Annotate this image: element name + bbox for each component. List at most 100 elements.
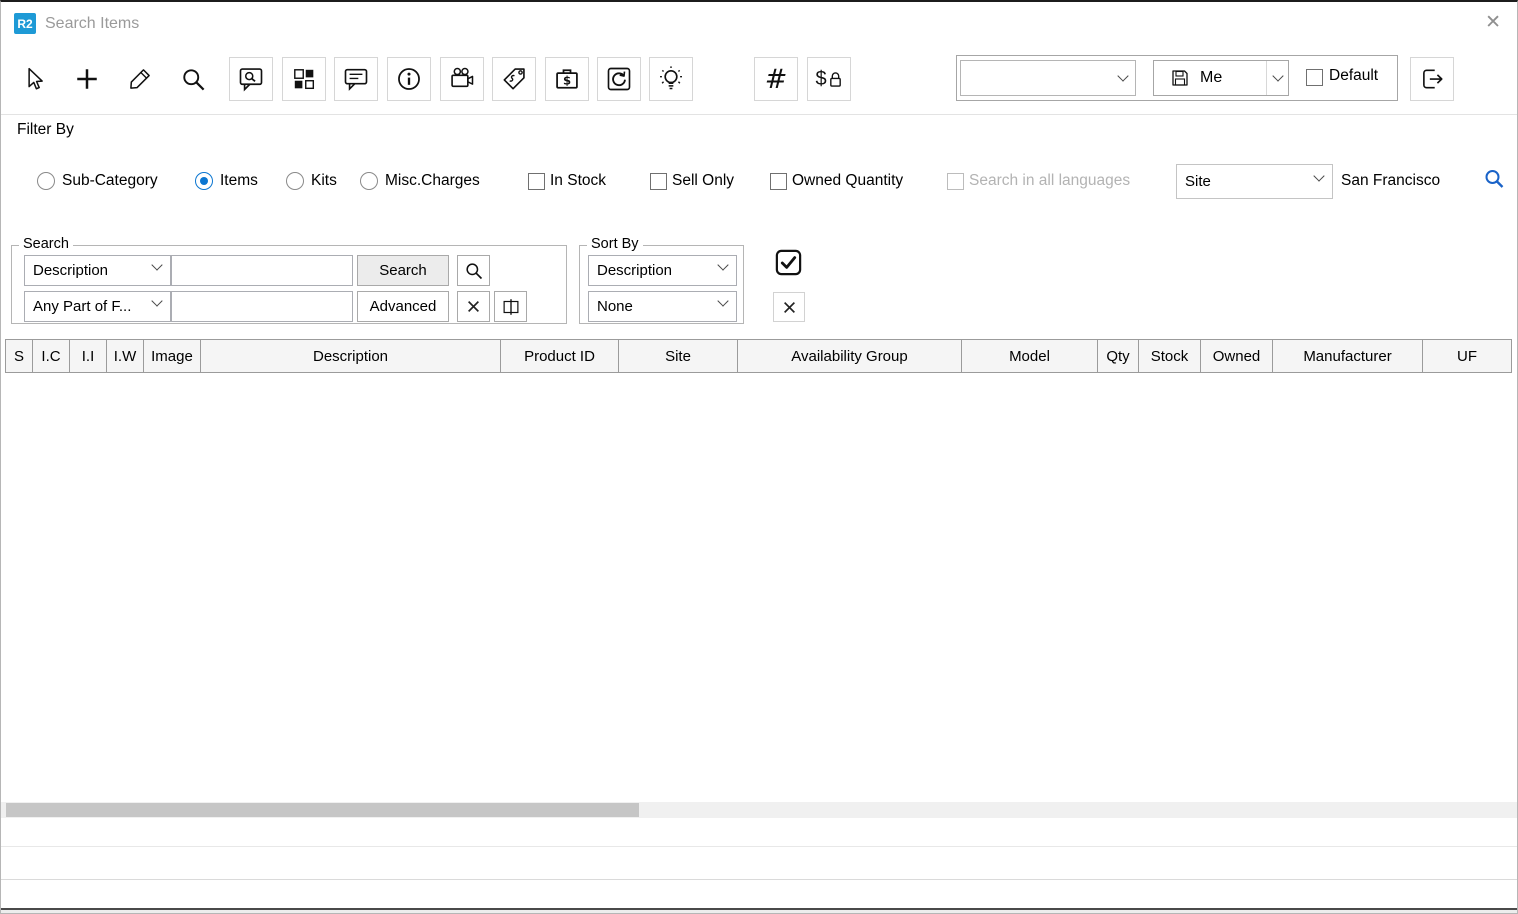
briefcase-dollar-icon: $ [553, 65, 581, 93]
add-button[interactable] [65, 57, 109, 101]
chevron-down-icon [151, 259, 162, 270]
column-header[interactable]: I.I [69, 339, 107, 373]
radio-icon [286, 172, 304, 190]
pencil-icon [127, 66, 153, 92]
save-view-button[interactable]: Me [1153, 60, 1289, 96]
column-header[interactable]: Availability Group [737, 339, 962, 373]
sort-by-group: Sort By Description None [579, 245, 744, 324]
chevron-down-icon [1111, 61, 1135, 95]
comment-icon [342, 65, 370, 93]
column-header[interactable]: Stock [1138, 339, 1201, 373]
exit-button[interactable] [1410, 57, 1454, 101]
search-field-dropdown[interactable]: Description [24, 255, 171, 286]
title-bar: R2 Search Items ✕ [1, 2, 1517, 47]
chevron-down-icon [717, 295, 728, 306]
search-icon [464, 261, 484, 281]
checkbox-owned-quantity[interactable]: Owned Quantity [770, 171, 903, 191]
footer-separator [1, 846, 1518, 847]
pointer-tool-button[interactable] [12, 57, 56, 101]
radio-label: Sub-Category [62, 172, 158, 190]
checkbox-label: Owned Quantity [792, 172, 903, 190]
column-header[interactable]: I.W [106, 339, 144, 373]
price-tag-button[interactable] [492, 57, 536, 101]
default-checkbox[interactable] [1306, 69, 1323, 86]
column-header[interactable]: Product ID [500, 339, 619, 373]
window-title: Search Items [45, 15, 139, 33]
search-group: Search Description Search Any Part of F.… [11, 245, 567, 324]
checkbox-in-stock[interactable]: In Stock [528, 171, 606, 191]
apply-check-button[interactable] [770, 245, 806, 279]
results-table-header: S I.C I.I I.W Image Description Product … [5, 339, 1512, 373]
results-table-body [1, 373, 1518, 802]
tile-view-button[interactable] [282, 57, 326, 101]
clear-sort-button[interactable] [773, 292, 805, 322]
info-icon [395, 65, 423, 93]
refresh-icon [605, 65, 633, 93]
split-view-icon [500, 296, 522, 318]
radio-kits[interactable]: Kits [286, 171, 337, 191]
column-header[interactable]: Site [618, 339, 738, 373]
column-header[interactable]: Image [143, 339, 201, 373]
numbering-button[interactable]: # [754, 57, 798, 101]
checkbox-sell-only[interactable]: Sell Only [650, 171, 734, 191]
media-button[interactable] [440, 57, 484, 101]
site-search-icon[interactable] [1482, 167, 1506, 191]
site-filter-dropdown[interactable]: Site [1176, 164, 1333, 199]
search-items-window: R2 Search Items ✕ [0, 0, 1518, 914]
info-button[interactable] [387, 57, 431, 101]
column-header[interactable]: I.C [32, 339, 70, 373]
checkbox-checked-icon [773, 247, 804, 278]
search-view-button[interactable] [229, 57, 273, 101]
radio-misc-charges[interactable]: Misc.Charges [360, 171, 480, 191]
quick-search-button[interactable] [457, 255, 490, 286]
radio-items[interactable]: Items [195, 171, 258, 191]
comments-button[interactable] [334, 57, 378, 101]
advanced-button[interactable]: Advanced [357, 291, 449, 322]
svg-text:$: $ [563, 74, 571, 88]
footer-separator [1, 879, 1518, 880]
column-header[interactable]: Manufacturer [1272, 339, 1423, 373]
toolbar: $ # $ Me Default [1, 48, 1517, 114]
column-header[interactable]: Description [200, 339, 501, 373]
r2-logo-icon: R2 [14, 13, 36, 34]
search-mode-value: Any Part of F... [33, 298, 131, 315]
column-header[interactable]: Owned [1200, 339, 1273, 373]
radio-icon [360, 172, 378, 190]
profile-combobox[interactable] [960, 60, 1136, 96]
search-button[interactable]: Search [357, 255, 449, 286]
save-view-menu-chevron[interactable] [1266, 61, 1288, 95]
cost-button[interactable]: $ [545, 57, 589, 101]
pointer-icon [21, 66, 47, 92]
search-text-input[interactable] [171, 255, 353, 286]
plus-icon [74, 66, 100, 92]
video-camera-icon [448, 65, 476, 93]
edit-button[interactable] [118, 57, 162, 101]
sort-secondary-value: None [597, 298, 633, 315]
profile-group: Me Default [956, 55, 1398, 101]
column-header[interactable]: UF [1422, 339, 1512, 373]
sort-secondary-dropdown[interactable]: None [588, 291, 737, 322]
search-mode-dropdown[interactable]: Any Part of F... [24, 291, 171, 322]
horizontal-scrollbar[interactable] [1, 802, 1518, 818]
hash-icon: # [765, 64, 788, 95]
price-lock-button[interactable]: $ [807, 57, 851, 101]
x-icon [783, 301, 796, 314]
x-icon [467, 300, 480, 313]
compare-button[interactable] [494, 291, 527, 322]
search-mode-input[interactable] [171, 291, 353, 322]
chevron-down-icon [151, 295, 162, 306]
column-header[interactable]: Qty [1097, 339, 1139, 373]
save-view-label: Me [1200, 69, 1222, 87]
sort-primary-dropdown[interactable]: Description [588, 255, 737, 286]
find-button[interactable] [171, 57, 215, 101]
scrollbar-thumb[interactable] [6, 803, 639, 817]
suggestions-button[interactable] [649, 57, 693, 101]
radio-sub-category[interactable]: Sub-Category [37, 171, 158, 191]
chevron-down-icon [1313, 170, 1324, 181]
column-header[interactable]: S [5, 339, 33, 373]
clear-search-button[interactable] [457, 291, 490, 322]
close-icon[interactable]: ✕ [1485, 11, 1501, 34]
column-header[interactable]: Model [961, 339, 1098, 373]
exit-icon [1419, 66, 1445, 92]
history-button[interactable] [597, 57, 641, 101]
